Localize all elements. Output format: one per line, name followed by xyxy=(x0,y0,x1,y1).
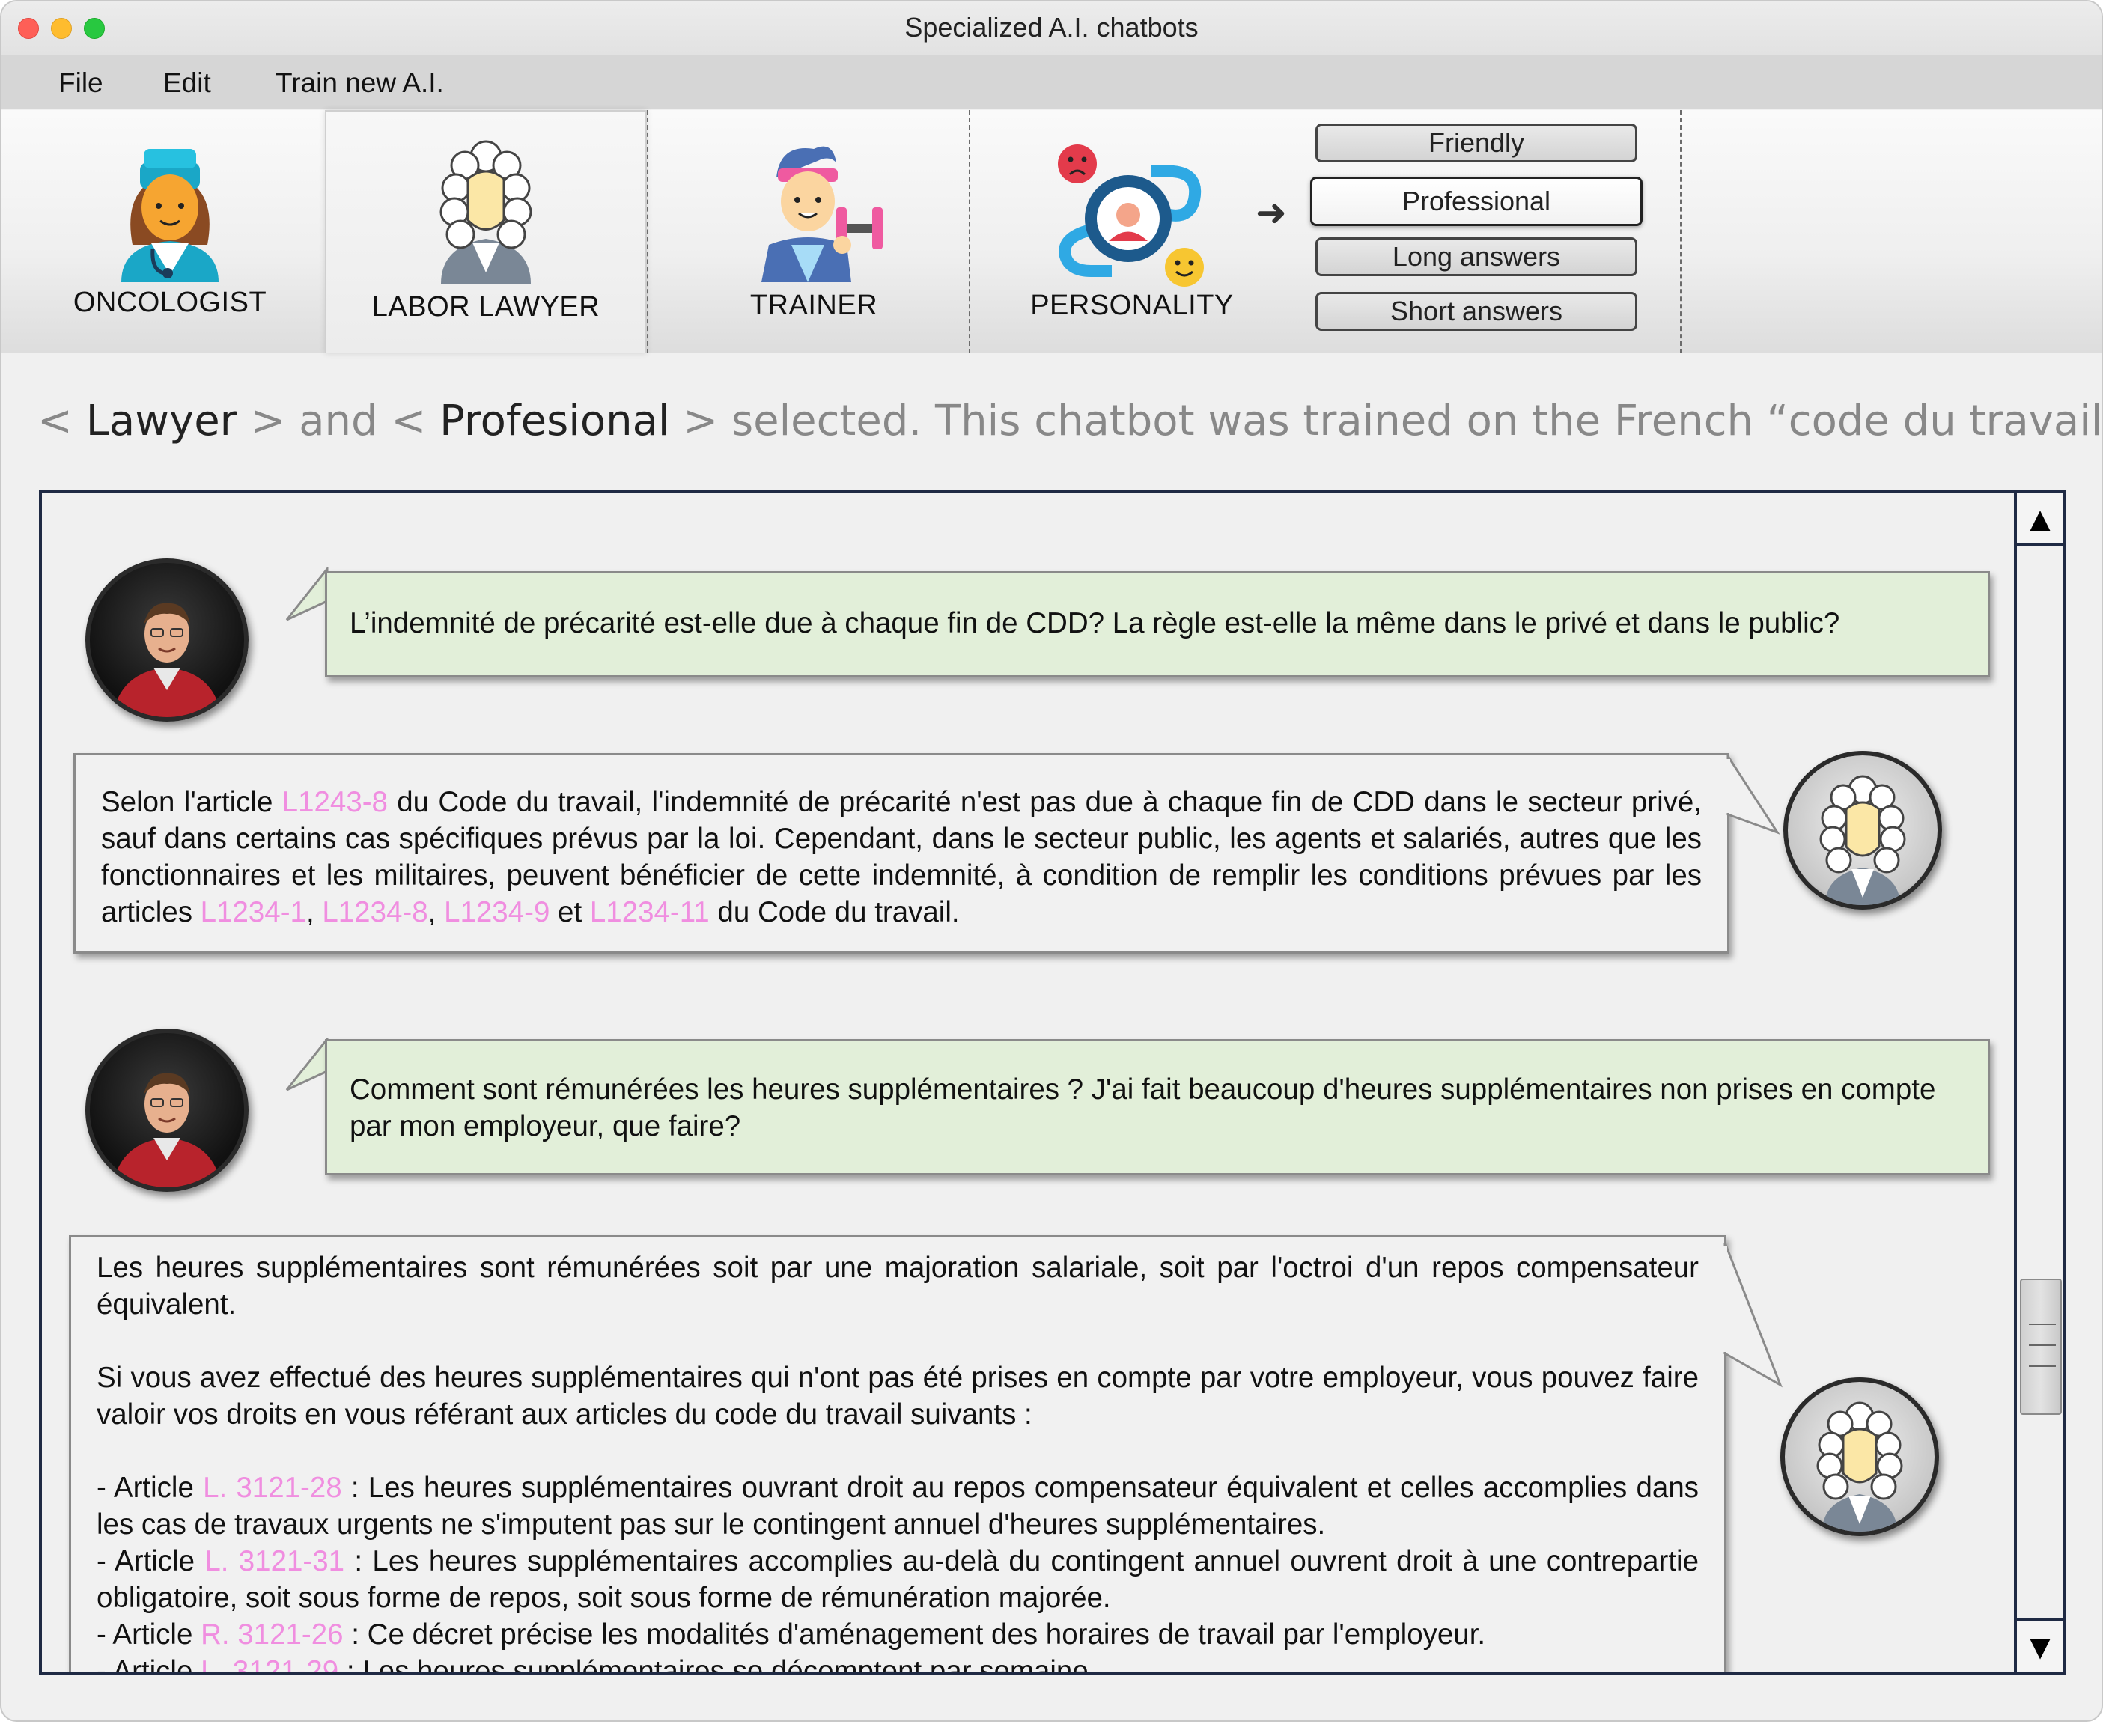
trainer-icon xyxy=(761,146,883,282)
bot-message-2-paragraph: Si vous avez effectué des heures supplém… xyxy=(97,1362,1699,1431)
bot-personality-label: PERSONALITY xyxy=(1030,290,1234,321)
separator-text: et xyxy=(550,896,590,928)
status-mid: > and < xyxy=(237,397,440,445)
toolbar-separator xyxy=(1680,110,1682,353)
bot-message-1-text: Selon l'article xyxy=(101,786,282,818)
bot-message-2: Les heures supplémentaires sont rémunéré… xyxy=(69,1235,1726,1675)
article-link[interactable]: L1234-11 xyxy=(590,896,710,928)
chat-scrollbar[interactable]: ▲ ▼ xyxy=(2014,493,2063,1672)
article-link[interactable]: L. 3121-29 xyxy=(201,1655,338,1672)
bot-personality[interactable]: PERSONALITY xyxy=(971,110,1293,353)
user-message-1-text: L’indemnité de précarité est-elle due à … xyxy=(350,607,1840,639)
article-link[interactable]: L1234-1 xyxy=(201,896,306,928)
option-long-answers[interactable]: Long answers xyxy=(1315,237,1637,276)
bot-toolbar: ONCOLOGIST LABOR LAWYER TRAINER PERSONAL… xyxy=(1,110,2102,353)
option-short-answers[interactable]: Short answers xyxy=(1315,292,1637,331)
status-option: Profesional xyxy=(439,397,670,445)
scroll-up-arrow-icon[interactable]: ▲ xyxy=(2017,493,2063,546)
bubble-tail xyxy=(1723,1242,1783,1388)
status-bot: Lawyer xyxy=(85,397,237,445)
bot-trainer[interactable]: TRAINER xyxy=(653,110,975,353)
article-bullet: - Article L. 3121-31 : Les heures supplé… xyxy=(97,1543,1699,1616)
menu-bar: File Edit Train new A.I. xyxy=(1,55,2102,109)
bullet-prefix: - Article xyxy=(97,1472,204,1504)
menu-file[interactable]: File xyxy=(58,67,103,99)
bot-trainer-label: TRAINER xyxy=(749,290,878,321)
article-link[interactable]: R. 3121-26 xyxy=(201,1618,344,1651)
bullet-text: : Les heures supplémentaires se décompte… xyxy=(338,1655,1097,1675)
chat-panel[interactable]: L’indemnité de précarité est-elle due à … xyxy=(39,490,2066,1675)
arrow-right-icon: ➜ xyxy=(1256,192,1287,234)
bot-message-1-text: du Code du travail. xyxy=(709,896,960,928)
menu-edit[interactable]: Edit xyxy=(163,67,211,99)
bubble-tail xyxy=(285,567,329,621)
bullet-prefix: - Article xyxy=(97,1545,205,1577)
bullet-prefix: - Article xyxy=(97,1618,201,1651)
article-bullet: - Article L. 3121-29 : Les heures supplé… xyxy=(97,1653,1699,1675)
article-link[interactable]: L. 3121-31 xyxy=(204,1545,344,1577)
option-professional[interactable]: Professional xyxy=(1310,177,1643,226)
oncologist-icon xyxy=(121,149,219,282)
option-friendly[interactable]: Friendly xyxy=(1315,124,1637,162)
user-avatar xyxy=(85,1029,249,1192)
bot-message-1: Selon l'article L1243-8 du Code du trava… xyxy=(73,753,1729,954)
article-link[interactable]: L1243-8 xyxy=(282,786,388,818)
toolbar-separator xyxy=(647,110,648,353)
user-message-1: L’indemnité de précarité est-elle due à … xyxy=(325,571,1990,677)
bubble-tail xyxy=(1726,755,1780,835)
lawyer-icon xyxy=(439,140,532,284)
article-link[interactable]: L1234-9 xyxy=(444,896,550,928)
bullet-prefix: - Article xyxy=(97,1655,201,1675)
user-avatar xyxy=(85,558,249,722)
selection-status: < Lawyer > and < Profesional > selected.… xyxy=(37,397,2103,445)
status-tail: > selected. This chatbot was trained on … xyxy=(669,397,2103,445)
lawyer-avatar xyxy=(1783,751,1942,910)
app-window: Specialized A.I. chatbots File Edit Trai… xyxy=(0,0,2103,1722)
article-bullet: - Article L. 3121-28 : Les heures supplé… xyxy=(97,1469,1699,1543)
scroll-thumb[interactable] xyxy=(2020,1279,2062,1415)
toolbar-separator xyxy=(969,110,970,353)
bubble-tail xyxy=(285,1038,329,1091)
bot-labor-lawyer-label: LABOR LAWYER xyxy=(371,291,600,323)
scroll-down-arrow-icon[interactable]: ▼ xyxy=(2017,1618,2063,1672)
user-message-2-text: Comment sont rémunérées les heures suppl… xyxy=(350,1073,1936,1142)
personality-icon xyxy=(1058,144,1204,287)
menu-train-new-ai[interactable]: Train new A.I. xyxy=(276,67,444,99)
article-link[interactable]: L1234-8 xyxy=(322,896,427,928)
bot-oncologist-label: ONCOLOGIST xyxy=(73,287,267,318)
bot-message-2-paragraph: Les heures supplémentaires sont rémunéré… xyxy=(97,1252,1699,1321)
article-link[interactable]: L. 3121-28 xyxy=(203,1472,342,1504)
bullet-text: : Ce décret précise les modalités d'amén… xyxy=(343,1618,1486,1651)
article-bullet: - Article R. 3121-26 : Ce décret précise… xyxy=(97,1616,1699,1653)
lawyer-avatar xyxy=(1780,1377,1939,1536)
window-title: Specialized A.I. chatbots xyxy=(904,12,1199,43)
bot-oncologist[interactable]: ONCOLOGIST xyxy=(9,110,331,353)
user-message-2: Comment sont rémunérées les heures suppl… xyxy=(325,1039,1990,1175)
status-open: < xyxy=(37,397,86,445)
title-bar: Specialized A.I. chatbots xyxy=(1,1,2102,55)
bot-labor-lawyer[interactable]: LABOR LAWYER xyxy=(325,110,647,353)
separator-text: , xyxy=(427,896,445,928)
separator-text: , xyxy=(305,896,323,928)
